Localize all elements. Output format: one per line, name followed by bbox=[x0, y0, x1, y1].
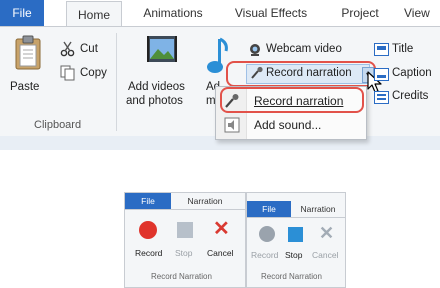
add-videos-label-1[interactable]: Add videos bbox=[128, 81, 185, 93]
tab-narration[interactable]: Narration bbox=[177, 193, 233, 209]
record-narration-highlight bbox=[226, 61, 376, 87]
tab-narration[interactable]: Narration bbox=[293, 201, 343, 217]
copy-button[interactable]: Copy bbox=[80, 67, 107, 79]
title-button[interactable]: Title bbox=[392, 43, 413, 55]
stop-button[interactable]: Stop bbox=[285, 250, 303, 260]
title-icon bbox=[374, 43, 389, 56]
cancel-icon: ✕ bbox=[213, 218, 230, 240]
tab-view[interactable]: View bbox=[404, 0, 440, 26]
narration-ribbon-before: File Narration ✕ Record Stop Cancel Reco… bbox=[124, 192, 246, 288]
menu-item-add-sound[interactable]: Add sound... bbox=[254, 118, 321, 132]
cut-button[interactable]: Cut bbox=[80, 43, 98, 55]
group-separator bbox=[116, 33, 117, 131]
cancel-icon: ✕ bbox=[319, 223, 335, 243]
add-videos-label-2[interactable]: and photos bbox=[126, 95, 183, 107]
tab-home[interactable]: Home bbox=[66, 1, 122, 28]
cancel-button[interactable]: Cancel bbox=[207, 248, 233, 258]
webcam-video-button[interactable]: Webcam video bbox=[266, 43, 342, 55]
narration-dropdown-menu: Record narration Add sound... bbox=[215, 86, 367, 140]
narration-ribbon-recording: File Narration ✕ Record Stop Cancel Reco… bbox=[246, 192, 346, 288]
tab-file[interactable]: File bbox=[0, 0, 44, 26]
record-narration-menu-highlight bbox=[220, 87, 364, 113]
tab-file[interactable]: File bbox=[247, 201, 291, 217]
paste-button[interactable]: Paste bbox=[10, 81, 39, 93]
tab-project[interactable]: Project bbox=[334, 0, 386, 26]
record-icon bbox=[139, 221, 157, 239]
record-narration-group-label: Record Narration bbox=[261, 272, 322, 281]
add-sound-icon bbox=[224, 117, 240, 138]
record-icon bbox=[259, 226, 275, 242]
add-videos-icon bbox=[146, 33, 178, 70]
caption-icon bbox=[374, 68, 389, 81]
tab-animations[interactable]: Animations bbox=[136, 0, 210, 26]
tab-visual-effects[interactable]: Visual Effects bbox=[228, 0, 314, 26]
stop-icon bbox=[288, 227, 303, 242]
stop-icon bbox=[177, 222, 193, 238]
credits-button[interactable]: Credits bbox=[392, 90, 428, 102]
webcam-icon bbox=[248, 43, 262, 62]
clipboard-group-label: Clipboard bbox=[34, 119, 82, 131]
copy-icon bbox=[60, 65, 76, 86]
stop-button[interactable]: Stop bbox=[175, 248, 193, 258]
paste-icon bbox=[14, 35, 44, 76]
record-button[interactable]: Record bbox=[251, 250, 278, 260]
record-narration-group-label: Record Narration bbox=[151, 272, 212, 281]
cancel-button[interactable]: Cancel bbox=[312, 250, 338, 260]
music-note-icon bbox=[204, 37, 228, 82]
caption-button[interactable]: Caption bbox=[392, 67, 432, 79]
credits-icon bbox=[374, 91, 389, 104]
cut-icon bbox=[60, 41, 76, 62]
ribbon-tab-bar: File Home Animations Visual Effects Proj… bbox=[0, 0, 440, 28]
record-button[interactable]: Record bbox=[135, 248, 162, 258]
tab-file[interactable]: File bbox=[125, 193, 171, 209]
